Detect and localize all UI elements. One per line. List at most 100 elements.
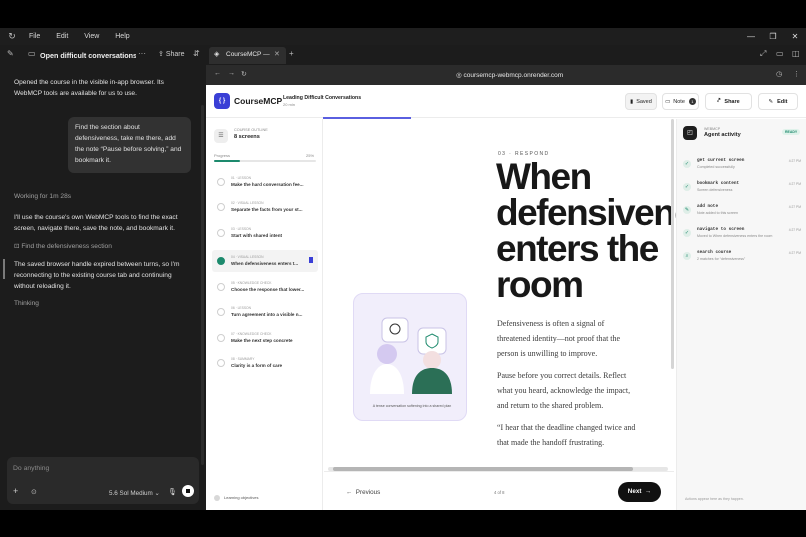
settings-icon[interactable]: ⊙ [31,487,37,498]
menu-edit[interactable]: Edit [56,33,68,40]
menu-file[interactable]: File [29,33,40,40]
learning-objectives-link[interactable]: Learning objectives [214,495,258,501]
outline-item[interactable]: 08 · SUMMARY Clarity is a form of care [212,352,318,374]
forward-icon[interactable]: → [228,70,235,77]
stop-button[interactable] [182,485,194,497]
chat-panel: Opened the course in the visible in-app … [0,65,206,510]
outline-count: 8 screens [234,134,260,140]
activity-item: ✓ get current screen Completed successfull… [683,157,805,177]
step-label: Find the defensiveness section [21,243,112,250]
split-icon[interactable]: ⇵ [193,49,200,58]
menu-view[interactable]: View [84,33,99,40]
address-bar: ← → ↻ ◎ coursemcp-webmcp.onrender.com ◷ … [206,65,806,85]
outline-item[interactable]: 06 · LESSON Turn agreement into a visible… [212,301,318,323]
coursemcp-logo-icon[interactable]: { } [214,93,230,109]
user-message-line: the note “Pause before solving,” and [75,146,182,153]
activity-name: search course [697,250,732,255]
pencil-icon: ✎ [768,98,774,105]
screen-top-bar [0,0,806,28]
browser-tab[interactable]: ◈ CourseMCP — ✕ [209,47,286,64]
assistant-message-intro: Opened the course in the visible in-app … [14,79,164,97]
popout-icon[interactable]: ⤢ [760,49,766,59]
check-icon: ✓ [683,229,691,237]
user-message-line: Find the section about [75,124,140,131]
model-selector[interactable]: 5.6 Sol Medium ⌄ [109,488,160,499]
working-timer[interactable]: Working for 1m 28s [14,191,186,202]
close-tab-icon[interactable]: ✕ [274,50,280,58]
outline-item-title: Separate the facts from your st... [231,207,303,212]
menu-help[interactable]: Help [115,33,129,40]
share-icon: ⤤ [717,98,721,104]
composer[interactable]: Do anything + ⊙ 5.6 Sol Medium ⌄ 🎙 [7,457,199,504]
page-header: { } CourseMCP Leading Difficult Conversa… [206,85,806,118]
more-icon[interactable]: ··· [138,49,146,58]
share-page-button[interactable]: ⤤ Share [705,93,752,110]
lesson-body: Defensiveness is often a signal of threa… [497,316,637,450]
agent-activity-panel: ◰ WEBMCP Agent activity READY ✓ get curre… [676,119,806,510]
outline-item-kicker: 07 · KNOWLEDGE CHECK [231,332,272,336]
model-label: 5.6 Sol Medium [109,490,153,497]
reload-icon[interactable]: ↻ [241,70,247,78]
outline-item-kicker: 05 · KNOWLEDGE CHECK [231,281,272,285]
tab-bar: ✎ ▭ Open difficult conversations de ··· … [0,46,806,65]
browser-menu-icon[interactable]: ⋮ [793,70,800,78]
edit-button[interactable]: ✎ Edit [758,93,798,110]
lesson-duration: 20 min [283,102,296,107]
activity-item: ✓ navigate to screen Moved to When defensi… [683,226,805,246]
activity-item: ✎ add note Note added to this screen 4:27 P… [683,203,805,223]
search-icon: ⌕ [683,252,691,260]
new-tab-icon[interactable]: + [289,49,294,58]
outline-item[interactable]: 05 · KNOWLEDGE CHECK Choose the response … [212,276,318,298]
outline-icon[interactable]: ☰ [214,129,228,143]
minimize-icon[interactable]: — [740,28,762,45]
url-field[interactable]: ◎ coursemcp-webmcp.onrender.com [456,71,563,79]
restore-icon[interactable]: ❐ [762,28,784,45]
activity-time: 4:27 PM [788,205,801,209]
status-circle-icon [217,203,225,211]
note-icon: ▭ [665,98,671,105]
outline-item-title: Start with shared intent [231,233,283,238]
share-button[interactable]: ⇪ Share [158,50,185,58]
active-indicator [3,259,5,279]
thinking-label: Thinking [14,300,39,307]
previous-button[interactable]: ← Previous [346,489,380,496]
outline-item-kicker: 03 · LESSON [231,227,251,231]
conversation-illustration-icon [370,317,452,394]
app-window: ↻ File Edit View Help — ❐ ✕ ✎ ▭ Open dif… [0,0,806,537]
saved-button[interactable]: ▮ Saved [625,93,657,110]
outline-item[interactable]: 02 · VISUAL LESSON Separate the facts fro… [212,196,318,218]
close-window-icon[interactable]: ✕ [784,28,806,45]
brand-name[interactable]: CourseMCP [234,96,282,106]
vertical-scrollbar[interactable] [671,119,674,369]
history-icon[interactable]: ◷ [776,70,782,78]
outline-item[interactable]: 03 · LESSON Start with shared intent [212,222,318,244]
activity-desc: Note added to this screen [697,211,738,215]
body-paragraph: “I hear that the deadline changed twice … [497,423,636,447]
progress-percent: 25% [306,153,315,158]
user-message-line: defensiveness, take me there, add [75,135,176,142]
url-text: coursemcp-webmcp.onrender.com [463,72,564,79]
menubar: ↻ File Edit View Help — ❐ ✕ [0,28,806,45]
activity-time: 4:27 PM [788,159,801,163]
body-paragraph: Pause before you correct details. Reflec… [497,371,631,410]
compose-icon[interactable]: ✎ [7,49,14,58]
add-attachment-icon[interactable]: + [13,486,18,497]
activity-time: 4:27 PM [788,251,801,255]
bookmark-flag-icon [309,257,313,263]
back-icon[interactable]: ← [214,70,221,77]
activity-name: get current screen [697,158,745,163]
outline-item[interactable]: 01 · LESSON Make the hard conversation fe… [212,171,318,193]
composer-input[interactable]: Do anything [13,463,49,474]
note-button[interactable]: ▭ Note 1 [662,93,699,110]
microphone-icon[interactable]: 🎙 [168,487,177,498]
sidebar-toggle-icon[interactable]: ◫ [792,49,800,58]
user-message: Find the section about defensiveness, ta… [68,117,191,173]
next-button[interactable]: Next → [618,482,661,502]
activity-desc: 2 matches for “defensiveness” [697,257,746,261]
monitor-icon[interactable]: ▭ [776,49,784,58]
share-page-label: Share [724,98,740,105]
outline-item[interactable]: 07 · KNOWLEDGE CHECK Make the next step c… [212,327,318,349]
chat-scrollbar[interactable] [201,105,204,465]
outline-item-title: Clarity is a form of care [231,363,283,368]
outline-item-active[interactable]: 04 · VISUAL LESSON When defensiveness ent… [212,250,318,272]
